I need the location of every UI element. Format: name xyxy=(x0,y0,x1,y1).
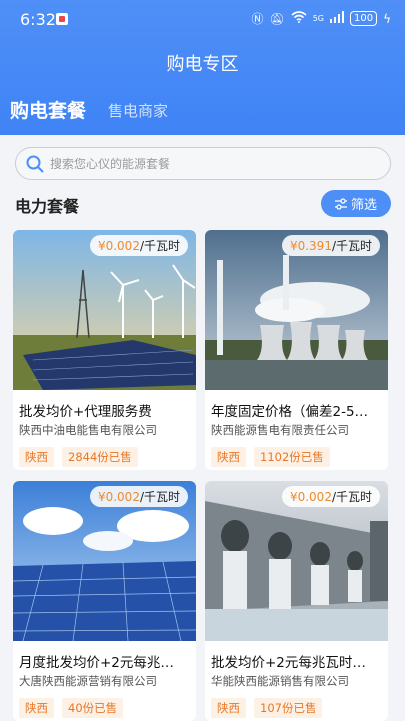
region-tag: 陕西 xyxy=(19,447,54,467)
sold-count-tag: 1102份已售 xyxy=(254,447,330,467)
price-badge: ¥0.002/千瓦时 xyxy=(281,486,380,507)
price-badge: ¥0.002/千瓦时 xyxy=(89,235,188,256)
currency-symbol: ¥ xyxy=(97,239,106,253)
price-unit: /千瓦时 xyxy=(331,239,372,253)
price-badge: ¥0.002/千瓦时 xyxy=(89,486,188,507)
search-input[interactable] xyxy=(50,156,350,171)
battery-icon: 100 xyxy=(349,11,378,26)
product-card[interactable]: ¥0.002/千瓦时 批发均价+2元每兆瓦时… 华能陕西能源销售有限公司 陕西 … xyxy=(205,481,388,721)
signal-icon xyxy=(329,11,344,26)
search-bar[interactable] xyxy=(15,147,391,180)
product-card[interactable]: ¥0.002/千瓦时 批发均价+代理服务费 陕西中油电能售电有限公司 陕西 28… xyxy=(13,230,196,470)
sold-count-tag: 2844份已售 xyxy=(62,447,138,467)
filter-icon xyxy=(334,197,347,210)
price-badge: ¥0.391/千瓦时 xyxy=(281,235,380,256)
product-card[interactable]: ¥0.391/千瓦时 年度固定价格（偏差2-5… 陕西能源售电有限责任公司 陕西… xyxy=(205,230,388,470)
product-name: 批发均价+2元每兆瓦时… xyxy=(211,655,366,671)
screen-record-icon xyxy=(56,13,68,25)
product-name: 年度固定价格（偏差2-5… xyxy=(211,404,369,420)
network-type-label: 5G xyxy=(312,14,324,23)
price-value: 0.002 xyxy=(297,490,332,504)
region-tag: 陕西 xyxy=(211,698,246,718)
region-tag: 陕西 xyxy=(211,447,246,467)
currency-symbol: ¥ xyxy=(289,490,298,504)
search-icon xyxy=(26,155,44,172)
wifi-icon xyxy=(291,11,307,26)
company-name: 陕西能源售电有限责任公司 xyxy=(211,423,349,437)
nfc-icon: Ⓝ xyxy=(251,12,264,26)
sold-count-tag: 40份已售 xyxy=(62,698,124,718)
mute-icon: 🔕︎ xyxy=(269,11,285,26)
page-title: 购电专区 xyxy=(166,54,239,75)
tab-merchants[interactable]: 售电商家 xyxy=(108,100,168,121)
section-title: 电力套餐 xyxy=(15,197,80,216)
company-name: 陕西中油电能售电有限公司 xyxy=(19,423,157,437)
status-time: 6:32 xyxy=(20,10,56,29)
sold-count-tag: 107份已售 xyxy=(254,698,323,718)
price-value: 0.002 xyxy=(105,490,140,504)
price-unit: /千瓦时 xyxy=(331,490,372,504)
product-name: 批发均价+代理服务费 xyxy=(19,404,152,420)
product-card[interactable]: ¥0.002/千瓦时 月度批发均价+2元每兆… 大唐陕西能源营销有限公司 陕西 … xyxy=(13,481,196,721)
product-name: 月度批发均价+2元每兆… xyxy=(19,655,174,671)
price-unit: /千瓦时 xyxy=(139,239,180,253)
tab-packages[interactable]: 购电套餐 xyxy=(10,96,86,123)
main-content: 电力套餐 筛选 ¥0.002/千瓦时 批发均价+代理服务费 陕西中油电能售电有限… xyxy=(0,135,405,721)
company-name: 华能陕西能源销售有限公司 xyxy=(211,674,349,688)
filter-button[interactable]: 筛选 xyxy=(321,190,391,217)
region-tag: 陕西 xyxy=(19,698,54,718)
header-bar: 6:32 Ⓝ 🔕︎ 5G 100 ϟ 购电专区 购电套餐 售电商家 xyxy=(0,0,405,135)
price-value: 0.391 xyxy=(297,239,332,253)
price-unit: /千瓦时 xyxy=(139,490,180,504)
status-bar: 6:32 Ⓝ 🔕︎ 5G 100 ϟ xyxy=(0,0,405,38)
currency-symbol: ¥ xyxy=(97,490,106,504)
company-name: 大唐陕西能源营销有限公司 xyxy=(19,674,157,688)
charging-icon: ϟ xyxy=(383,11,391,26)
price-value: 0.002 xyxy=(105,239,140,253)
filter-label: 筛选 xyxy=(350,198,377,213)
currency-symbol: ¥ xyxy=(289,239,298,253)
